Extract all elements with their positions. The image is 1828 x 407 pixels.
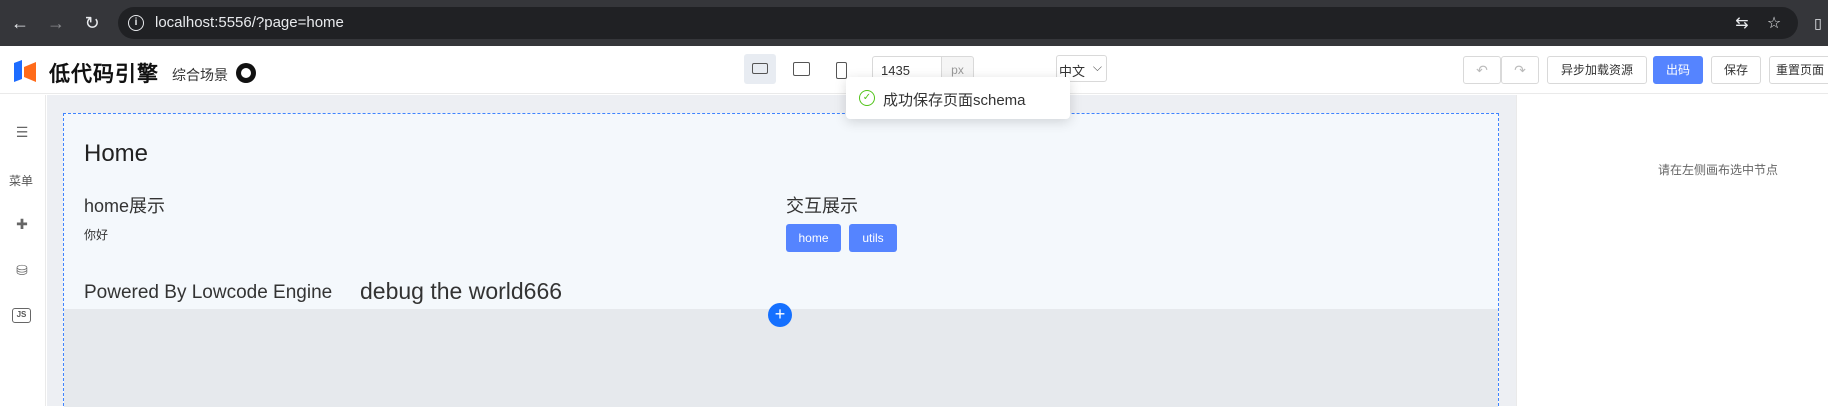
reload-icon[interactable]: ↻ [80, 11, 104, 35]
side-panel-icon[interactable]: ▯ [1806, 11, 1828, 35]
empty-selection-hint: 请在左侧画布选中节点 [1658, 163, 1779, 177]
export-code-button[interactable]: 出码 [1653, 56, 1703, 84]
page-title[interactable]: Home [84, 140, 148, 168]
translate-icon[interactable]: ⇆ [1732, 14, 1752, 34]
home-button[interactable]: home [786, 224, 841, 252]
url-text[interactable]: localhost:5556/?page=home [155, 14, 344, 31]
reset-page-button[interactable]: 重置页面 [1769, 56, 1828, 84]
save-button[interactable]: 保存 [1711, 56, 1761, 84]
code-js-icon[interactable]: JS [12, 308, 31, 323]
design-canvas[interactable]: Home home展示 你好 交互展示 home utils Powered B… [47, 95, 1516, 407]
section-title-interaction[interactable]: 交互展示 [786, 192, 858, 218]
chevron-down-icon: ⌵ [1092, 60, 1102, 74]
undo-button[interactable]: ↶ [1463, 56, 1501, 84]
browser-toolbar: ← → ↻ i localhost:5556/?page=home ⇆ ☆ ▯ [0, 0, 1828, 46]
settings-panel: 请在左侧画布选中节点 [1516, 95, 1828, 406]
device-tablet-button[interactable] [785, 54, 817, 84]
info-icon[interactable]: i [128, 15, 144, 31]
address-bar[interactable]: i localhost:5556/?page=home ⇆ ☆ [118, 7, 1798, 39]
back-icon[interactable]: ← [8, 11, 32, 35]
star-icon[interactable]: ☆ [1764, 14, 1784, 34]
logo-text: 低代码引擎 [49, 63, 159, 86]
outline-tree-icon[interactable]: ☰ [11, 121, 33, 143]
left-sidebar: ☰ 菜单 ✚ ⛁ JS [0, 95, 46, 406]
phone-icon [836, 62, 847, 79]
scene-label[interactable]: 综合场景 [172, 65, 228, 85]
plus-icon[interactable]: + [768, 303, 792, 327]
page-container[interactable]: Home home展示 你好 交互展示 home utils Powered B… [63, 113, 1499, 407]
device-desktop-button[interactable] [744, 54, 776, 84]
section-title-home[interactable]: home展示 [84, 192, 165, 218]
powered-by-text[interactable]: Powered By Lowcode Engine [84, 282, 332, 304]
desktop-icon [752, 63, 768, 74]
redo-button[interactable]: ↷ [1501, 56, 1539, 84]
utils-button[interactable]: utils [849, 224, 897, 252]
toast-message: 成功保存页面schema [883, 92, 1026, 109]
hello-text[interactable]: 你好 [84, 226, 108, 243]
component-library-icon[interactable]: ✚ [11, 213, 33, 235]
async-load-button[interactable]: 异步加载资源 [1547, 56, 1647, 84]
logo-icon [14, 60, 36, 82]
tablet-icon [793, 62, 810, 76]
debug-text[interactable]: debug the world666 [360, 278, 562, 305]
forward-icon[interactable]: → [44, 11, 68, 35]
check-circle-icon: ✓ [859, 90, 875, 106]
menu-label[interactable]: 菜单 [9, 172, 33, 189]
undo-icon: ↶ [1476, 62, 1488, 78]
github-icon[interactable] [236, 63, 256, 83]
success-toast: ✓ 成功保存页面schema [846, 77, 1070, 119]
redo-icon: ↷ [1514, 62, 1526, 78]
data-source-icon[interactable]: ⛁ [11, 259, 33, 281]
